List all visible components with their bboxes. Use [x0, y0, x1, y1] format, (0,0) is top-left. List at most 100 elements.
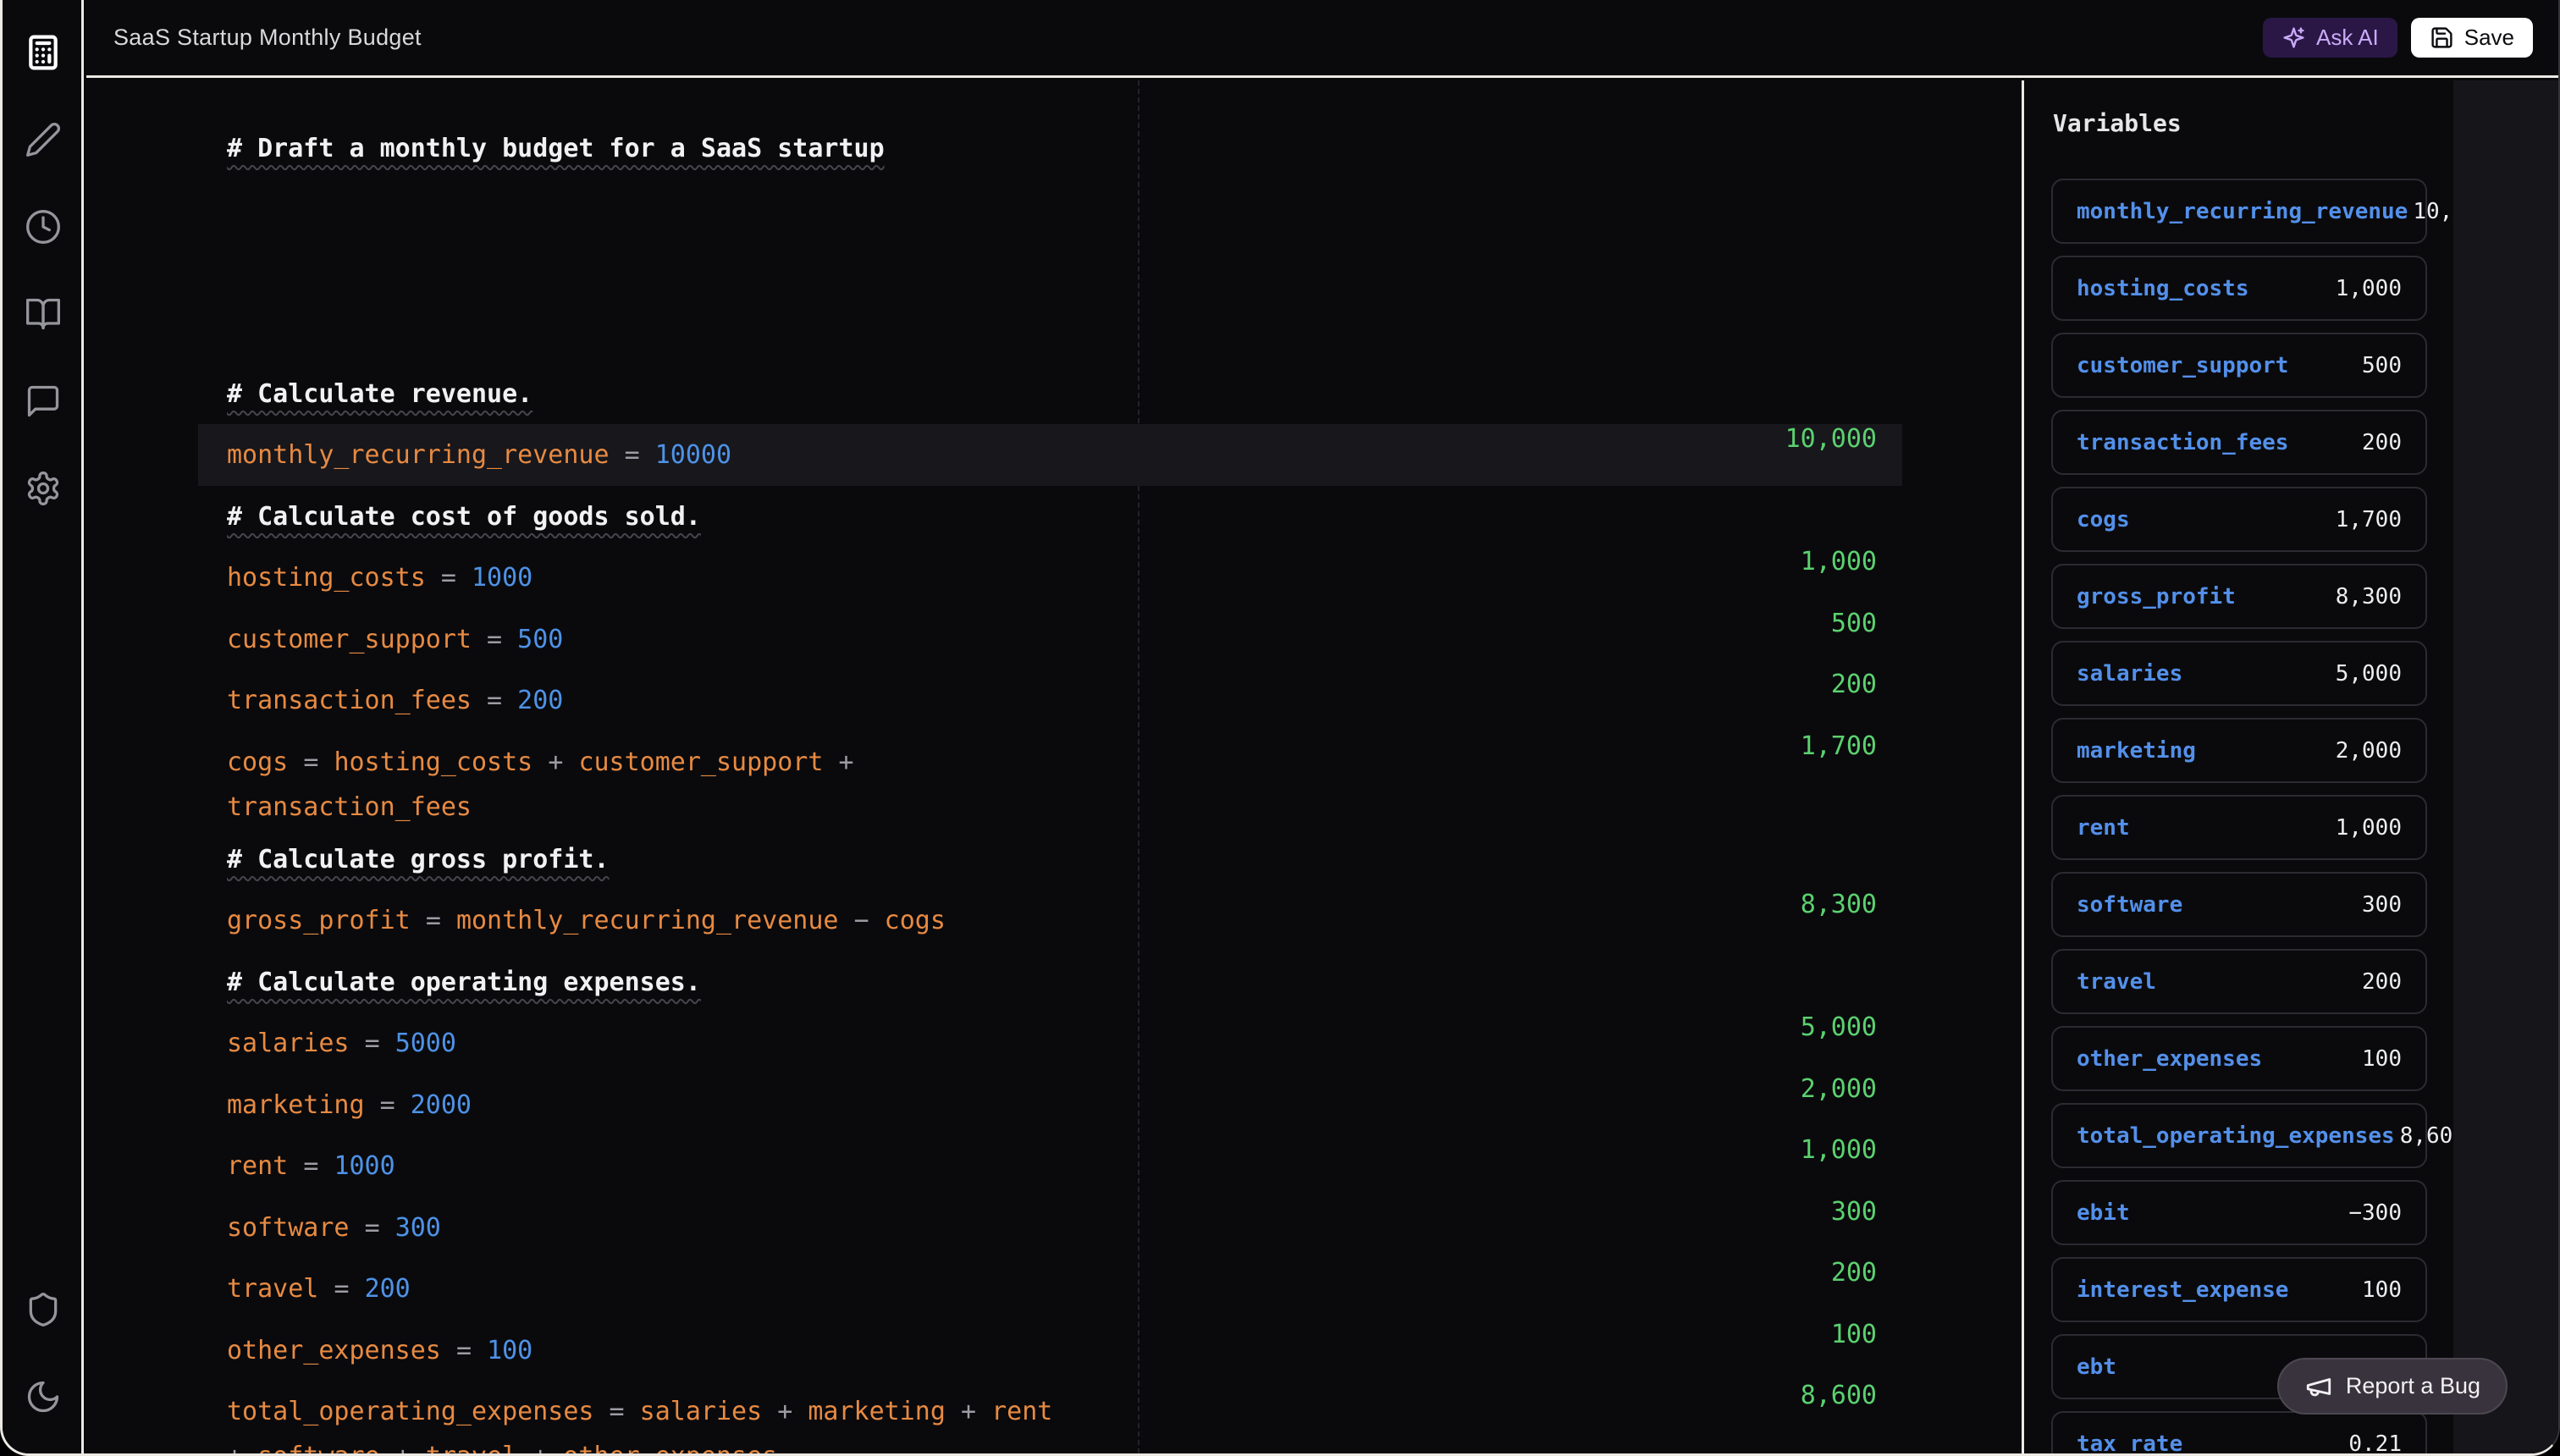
code-row[interactable]: rent = 10001,000 — [198, 1135, 1902, 1197]
comment-row[interactable]: # Calculate revenue. — [198, 363, 1902, 425]
report-bug-button[interactable]: Report a Bug — [2277, 1358, 2508, 1415]
code-line[interactable]: cogs = hosting_costs + customer_support … — [198, 740, 1902, 785]
code-line[interactable]: customer_support = 500 — [198, 625, 563, 654]
variable-card[interactable]: marketing2,000 — [2051, 718, 2427, 783]
code-row[interactable]: travel = 200200 — [198, 1258, 1902, 1320]
variable-card[interactable]: software300 — [2051, 872, 2427, 937]
result-value: 2,000 — [1801, 1074, 1877, 1136]
token-operator: = — [441, 563, 456, 593]
code-row[interactable]: total_operating_expenses = salaries + ma… — [198, 1381, 1902, 1453]
editor-area[interactable]: # Draft a monthly budget for a SaaS star… — [86, 80, 2022, 1453]
variable-name: rent — [2077, 815, 2130, 841]
token-variable: travel — [426, 1442, 517, 1453]
ask-ai-button[interactable]: Ask AI — [2263, 18, 2397, 58]
result-value: 500 — [1831, 609, 1877, 670]
code-row[interactable]: cogs = hosting_costs + customer_support … — [198, 731, 1902, 830]
variable-value: −300 — [2343, 1200, 2402, 1226]
moon-icon[interactable] — [25, 1378, 62, 1415]
variables-list: monthly_recurring_revenue10,000 hosting_c… — [2024, 168, 2455, 1453]
code-row[interactable]: software = 300300 — [198, 1197, 1902, 1259]
comment-row[interactable]: # Calculate gross profit. — [198, 829, 1902, 891]
code-line[interactable]: total_operating_expenses = salaries + ma… — [198, 1389, 1902, 1434]
variable-name: customer_support — [2077, 353, 2288, 378]
variable-value: 200 — [2357, 430, 2402, 455]
variable-card[interactable]: cogs1,700 — [2051, 487, 2427, 552]
code-row[interactable]: transaction_fees = 200200 — [198, 670, 1902, 731]
variable-card[interactable]: rent1,000 — [2051, 795, 2427, 860]
panel-scrollbar-gutter[interactable] — [2453, 80, 2558, 1453]
variable-card[interactable]: transaction_fees 200 — [2051, 410, 2427, 475]
document-title[interactable]: SaaS Startup Monthly Budget — [113, 25, 422, 51]
variable-name: travel — [2077, 969, 2156, 995]
code-line[interactable]: marketing = 2000 — [198, 1090, 472, 1120]
variable-card[interactable]: interest_expense100 — [2051, 1257, 2427, 1322]
code-row[interactable]: hosting_costs = 10001,000 — [198, 547, 1902, 609]
code-row[interactable]: marketing = 2000 2,000 — [198, 1074, 1902, 1136]
comment-row[interactable]: # Calculate operating expenses. — [198, 951, 1902, 1013]
message-icon[interactable] — [25, 383, 62, 420]
clock-icon[interactable] — [25, 208, 62, 245]
token-operator: + — [395, 1442, 411, 1453]
code-row[interactable]: salaries = 50005,000 — [198, 1012, 1902, 1074]
code-row[interactable]: other_expenses = 100 100 — [198, 1320, 1902, 1382]
variable-card[interactable]: monthly_recurring_revenue10,000 — [2051, 179, 2427, 244]
variable-value: 8,600 — [2395, 1123, 2455, 1149]
code-line[interactable]: travel = 200 — [198, 1274, 411, 1304]
code-row[interactable]: customer_support = 500500 — [198, 609, 1902, 670]
code-row[interactable]: monthly_recurring_revenue = 1000010,000 — [198, 424, 1902, 486]
save-button[interactable]: Save — [2411, 18, 2533, 58]
variable-card[interactable]: other_expenses100 — [2051, 1026, 2427, 1091]
code-line[interactable]: salaries = 5000 — [198, 1029, 456, 1058]
result-value: 200 — [1831, 1258, 1877, 1320]
variable-card[interactable]: ebit−300 — [2051, 1180, 2427, 1245]
variable-card[interactable]: salaries5,000 — [2051, 641, 2427, 706]
token-operator: = — [303, 747, 318, 777]
comment-text: # Calculate cost of goods sold. — [198, 502, 701, 532]
variable-card[interactable]: gross_profit8,300 — [2051, 564, 2427, 629]
code-line[interactable]: gross_profit = monthly_recurring_revenue… — [198, 906, 946, 935]
comment-row[interactable]: # Calculate cost of goods sold. — [198, 486, 1902, 548]
comment-text: # Calculate operating expenses. — [198, 968, 701, 997]
token-variable: transaction_fees — [227, 792, 472, 822]
code-line[interactable]: transaction_fees — [198, 785, 1902, 830]
save-icon — [2430, 25, 2454, 50]
token-variable: marketing — [227, 1090, 365, 1120]
variable-name: transaction_fees — [2077, 430, 2288, 455]
token-number: 500 — [517, 625, 563, 654]
code-line[interactable]: transaction_fees = 200 — [198, 686, 563, 715]
variable-card[interactable]: total_operating_expenses8,600 — [2051, 1103, 2427, 1168]
pencil-icon[interactable] — [25, 121, 62, 158]
code-line[interactable]: other_expenses = 100 — [198, 1336, 532, 1365]
shield-icon[interactable] — [25, 1291, 62, 1328]
token-number: 200 — [365, 1274, 411, 1304]
code-line[interactable]: software = 300 — [198, 1213, 441, 1243]
result-value: 8,600 — [1801, 1381, 1877, 1442]
token-variable: salaries — [227, 1029, 350, 1058]
code-line[interactable]: rent = 1000 — [198, 1151, 395, 1181]
code-line[interactable]: monthly_recurring_revenue = 10000 — [198, 440, 731, 470]
variable-card[interactable]: customer_support 500 — [2051, 333, 2427, 398]
code-line[interactable]: hosting_costs = 1000 — [198, 563, 532, 593]
variable-card[interactable]: tax_rate0.21 — [2051, 1411, 2427, 1453]
variable-value: 10,000 — [2408, 199, 2455, 224]
variable-card[interactable]: hosting_costs1,000 — [2051, 256, 2427, 321]
result-value: 100 — [1831, 1320, 1877, 1382]
code-line[interactable]: + software + travel + other_expenses — [198, 1434, 1902, 1453]
comment-text: # Calculate revenue. — [198, 379, 532, 409]
calculator-icon[interactable] — [25, 34, 62, 71]
token-operator: + — [838, 747, 853, 777]
token-operator: = — [365, 1029, 380, 1058]
variable-value: 8,300 — [2331, 584, 2402, 609]
variable-card[interactable]: travel200 — [2051, 949, 2427, 1014]
topbar: SaaS Startup Monthly Budget Ask AI Save — [86, 0, 2558, 78]
token-operator: + — [961, 1397, 976, 1426]
code-row[interactable]: gross_profit = monthly_recurring_revenue… — [198, 890, 1902, 951]
sidebar-bottom-icons — [3, 1291, 84, 1415]
token-variable: software — [227, 1213, 350, 1243]
app-window: SaaS Startup Monthly Budget Ask AI Save … — [0, 0, 2560, 1456]
comment-row[interactable]: # Draft a monthly budget for a SaaS star… — [198, 118, 1902, 179]
token-operator: = — [426, 906, 441, 935]
settings-icon[interactable] — [25, 470, 62, 507]
book-open-icon[interactable] — [25, 295, 62, 333]
variable-value: 500 — [2357, 353, 2402, 378]
